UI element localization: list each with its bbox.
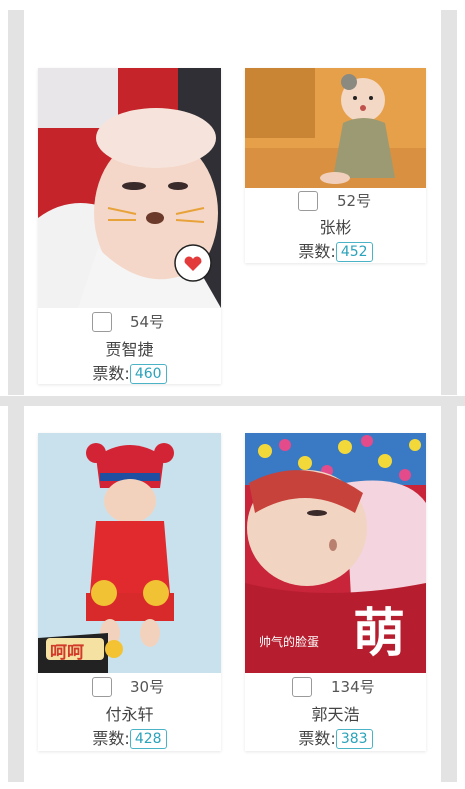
vote-checkbox[interactable] [92,312,112,332]
contestant-name: 郭天浩 [311,705,360,724]
vote-checkbox[interactable] [298,191,318,211]
vote-count-row: 票数: 452 [245,238,426,262]
photo-sticker-text: 萌 [353,604,406,664]
votes-label: 票数: [298,729,336,748]
contestant-number: 54号 [130,313,165,331]
votes-label: 票数: [298,242,336,261]
contestant-card[interactable]: 54号 贾智捷 票数: 460 [38,68,221,384]
contestant-card[interactable]: 帅气的脸蛋 萌 134号 郭天浩 票数: 383 [245,433,426,751]
section-divider [0,396,465,406]
right-rail-bottom [441,406,457,782]
contestant-card[interactable]: 呵呵 30号 付永轩 票数: 428 [38,433,221,751]
contestant-name: 付永轩 [105,705,154,724]
contestant-card[interactable]: 52号 张彬 票数: 452 [245,68,426,263]
vote-count-row: 票数: 460 [38,360,221,384]
contestant-number: 134号 [331,678,375,696]
vote-count-badge: 383 [335,729,373,749]
vote-count-badge: 452 [335,242,373,262]
contestant-photo[interactable] [245,68,426,188]
left-rail-bottom [8,406,24,782]
vote-checkbox[interactable] [92,677,112,697]
photo-sticker-caption: 帅气的脸蛋 [259,635,320,649]
contestant-name: 贾智捷 [105,340,154,359]
vote-count-badge: 460 [129,364,167,384]
left-rail-top [8,10,24,395]
vote-checkbox[interactable] [292,677,312,697]
vote-count-row: 票数: 428 [38,725,221,749]
contestant-photo[interactable]: 呵呵 [38,433,221,673]
photo-sticker-text: 呵呵 [50,643,84,663]
vote-count-row: 票数: 383 [245,725,426,749]
contestant-photo[interactable]: 帅气的脸蛋 萌 [245,433,426,673]
vote-count-badge: 428 [129,729,167,749]
contestant-number: 30号 [130,678,165,696]
contestant-photo[interactable] [38,68,221,308]
votes-label: 票数: [92,729,130,748]
contestant-name: 张彬 [319,218,352,237]
contestant-number: 52号 [337,192,372,210]
right-rail-top [441,10,457,395]
votes-label: 票数: [92,364,130,383]
